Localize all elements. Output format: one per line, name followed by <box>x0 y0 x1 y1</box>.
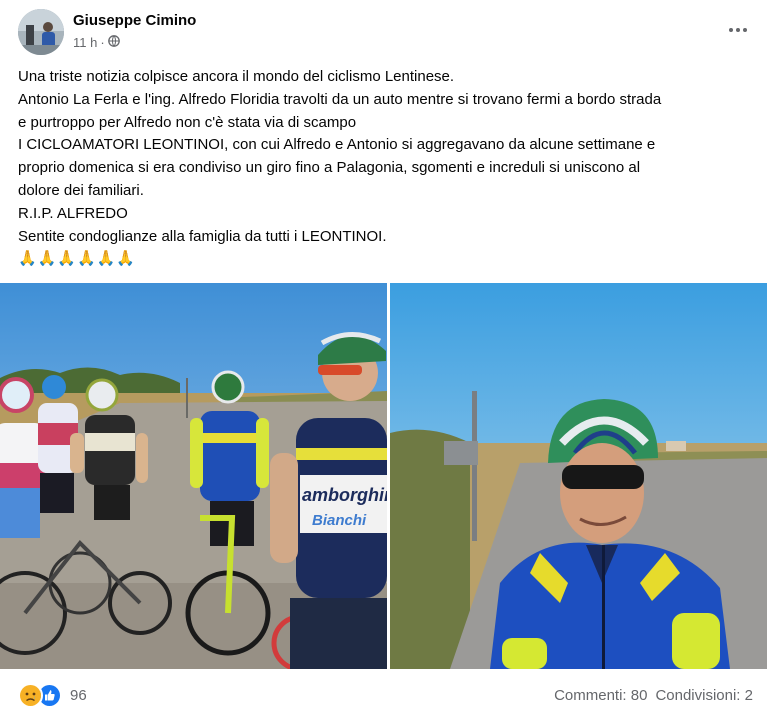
post-text-line: Sentite condoglianze alla famiglia da tu… <box>18 227 387 245</box>
photo-group-cyclists[interactable]: amborghini Bianchi <box>0 283 387 669</box>
reactions-summary[interactable]: 96 <box>18 683 87 708</box>
author-name[interactable]: Giuseppe Cimino <box>73 12 196 29</box>
author-avatar[interactable] <box>18 9 64 55</box>
photo-cyclist-selfie[interactable] <box>390 283 767 669</box>
post-text-line: proprio domenica si era condiviso un gir… <box>18 159 641 177</box>
post-text-line: Una triste notizia colpisce ancora il mo… <box>18 68 455 85</box>
post-text-line: dolore dei familiari. <box>18 181 144 199</box>
post-header: Giuseppe Cimino 11 h · <box>0 0 767 60</box>
engagement-stats: Commenti: 80 Condivisioni: 2 <box>554 687 753 704</box>
post-time[interactable]: 11 h <box>73 35 97 50</box>
post-text-line: R.I.P. ALFREDO <box>18 204 128 222</box>
jersey-text-1: amborghini <box>302 485 387 505</box>
post-text-line: Antonio La Ferla e l'ing. Alfredo Florid… <box>18 90 662 108</box>
globe-icon[interactable] <box>107 35 120 50</box>
post-text-line: I CICLOAMATORI LEONTINOI, con cui Alfred… <box>18 136 656 154</box>
post-footer: 96 Commenti: 80 Condivisioni: 2 <box>0 673 767 721</box>
more-options-icon[interactable] <box>725 20 751 40</box>
sad-reaction-icon <box>18 683 43 708</box>
prayer-emoji-line: 🙏🙏🙏🙏🙏🙏 <box>18 250 137 268</box>
comments-count-link[interactable]: Commenti: 80 <box>554 687 647 704</box>
post-text-line: e purtroppo per Alfredo non c'è stata vi… <box>18 113 357 131</box>
shares-count-link[interactable]: Condivisioni: 2 <box>655 687 753 704</box>
reactions-count: 96 <box>70 687 87 704</box>
meta-separator: · <box>100 35 105 50</box>
post-meta: 11 h · <box>73 35 120 50</box>
post-photos: amborghini Bianchi <box>0 283 767 669</box>
post-text: Una triste notizia colpisce ancora il mo… <box>18 66 753 271</box>
jersey-text-2: Bianchi <box>312 512 367 529</box>
